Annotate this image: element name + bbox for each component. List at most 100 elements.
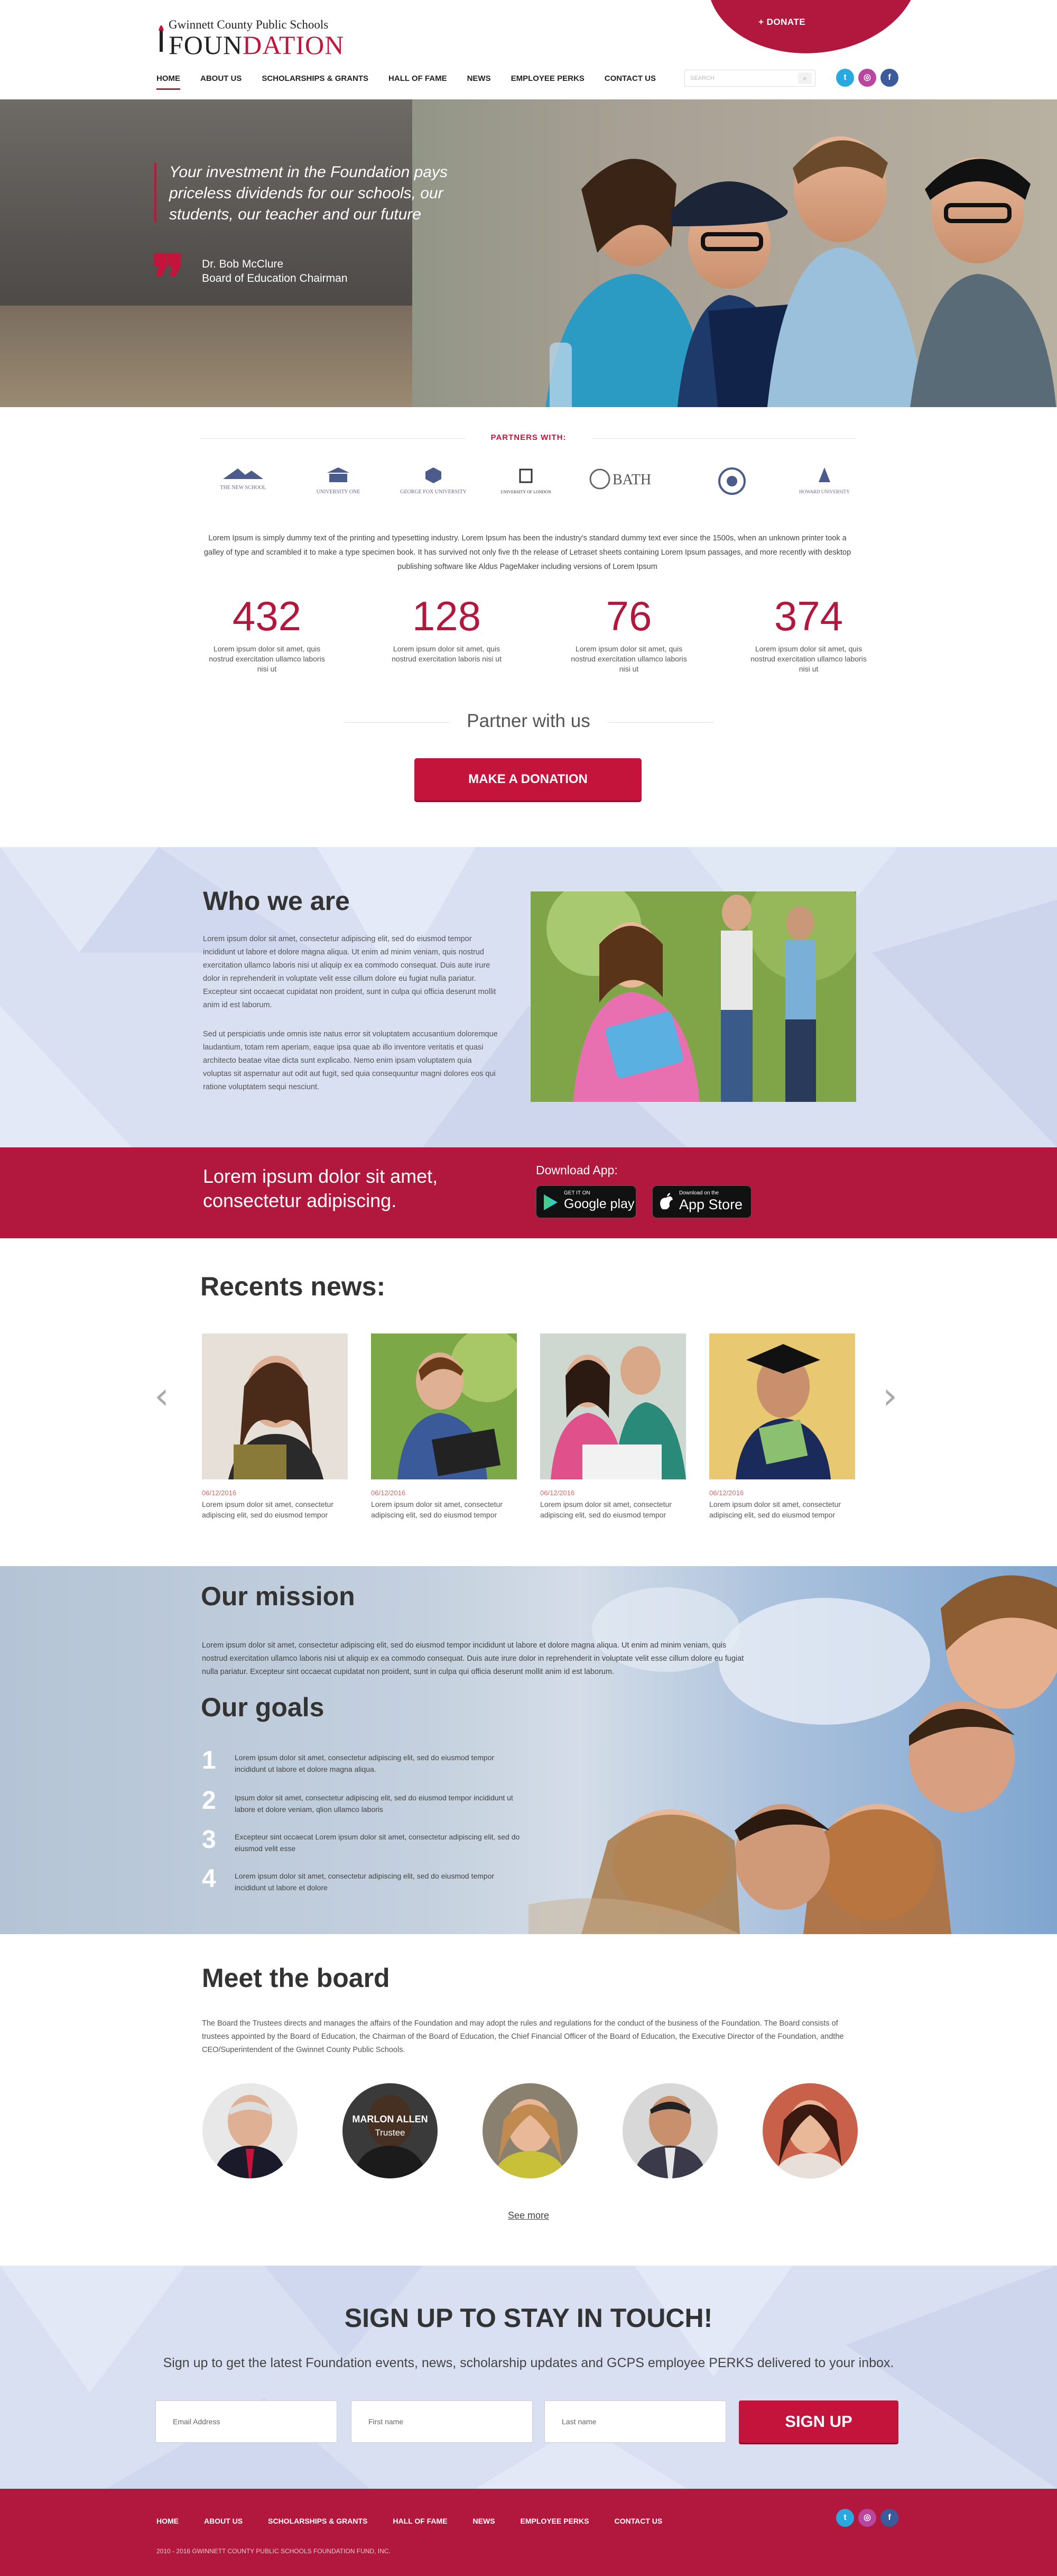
news-date: 06/12/2016	[709, 1489, 744, 1497]
news-image[interactable]	[202, 1333, 348, 1479]
nav-employee-perks[interactable]: EMPLOYEE PERKS	[511, 74, 585, 90]
meet-the-board-title: Meet the board	[202, 1963, 390, 1993]
partner-name: UNIVERSITY ONE	[316, 489, 360, 495]
stat-block: 432 Lorem ipsum dolor sit amet, quis nos…	[193, 592, 341, 674]
stat-value: 432	[232, 593, 302, 639]
board-member-avatar[interactable]	[763, 2083, 858, 2178]
donate-button[interactable]: + DONATE	[758, 17, 805, 27]
signup-subtitle: Sign up to get the latest Foundation eve…	[163, 2356, 894, 2370]
instagram-icon[interactable]: ◎	[858, 2509, 876, 2527]
news-excerpt: Lorem ipsum dolor sit amet, consectetur …	[202, 1500, 333, 1519]
news-excerpt: Lorem ipsum dolor sit amet, consectetur …	[371, 1500, 503, 1519]
google-play-big: Google play	[564, 1197, 635, 1211]
site-header: Gwinnett County Public Schools FOUNDATIO…	[0, 0, 1057, 99]
the-new-school-logo-icon[interactable]: THE NEW SCHOOL	[211, 466, 275, 503]
university-of-london-logo-icon[interactable]: UNIVERSITY OF LONDON	[492, 466, 560, 503]
search-icon[interactable]: ⌕	[798, 72, 812, 84]
news-card[interactable]: 06/12/2016 Lorem ipsum dolor sit amet, c…	[709, 1333, 855, 1520]
google-play-icon	[544, 1194, 558, 1210]
first-name-field[interactable]: First name	[351, 2400, 533, 2443]
email-field[interactable]: Email Address	[155, 2400, 337, 2443]
our-mission-title: Our mission	[201, 1581, 355, 1611]
news-image[interactable]	[371, 1333, 517, 1479]
app-store-big: App Store	[679, 1197, 743, 1212]
search-input[interactable]: SEARCH ⌕	[684, 70, 815, 87]
board-member-avatar[interactable]	[202, 2083, 298, 2178]
chevron-left-icon[interactable]: ‹	[154, 1377, 169, 1414]
partners-label: PARTNERS WITH:	[490, 433, 567, 442]
footer-nav-contact-us[interactable]: CONTACT US	[614, 2517, 662, 2525]
footer-nav-employee-perks[interactable]: EMPLOYEE PERKS	[521, 2517, 589, 2525]
logo-suffix: DATION	[243, 30, 345, 60]
last-name-placeholder: Last name	[562, 2417, 597, 2426]
hero-author: Dr. Bob McClure Board of Education Chair…	[202, 257, 348, 286]
nav-scholarships-grants[interactable]: SCHOLARSHIPS & GRANTS	[262, 74, 368, 90]
site-footer	[0, 2489, 1057, 2576]
facebook-icon[interactable]: f	[880, 2509, 898, 2527]
chevron-right-icon[interactable]: ›	[883, 1377, 897, 1414]
last-name-field[interactable]: Last name	[544, 2400, 726, 2443]
see-more-link[interactable]: See more	[476, 2210, 581, 2221]
make-donation-button[interactable]: MAKE A DONATION	[414, 758, 642, 801]
quote-mark-icon: ❞	[151, 244, 186, 314]
nav-contact-us[interactable]: CONTACT US	[605, 74, 656, 90]
partner-with-us-heading: Partner with us	[467, 711, 590, 731]
twitter-icon[interactable]: t	[836, 69, 854, 87]
goal-number: 2	[202, 1787, 216, 1815]
app-store-button[interactable]: Download on the App Store	[652, 1185, 752, 1218]
footer-nav-news[interactable]: NEWS	[473, 2517, 495, 2525]
news-date: 06/12/2016	[371, 1489, 406, 1497]
nav-news[interactable]: NEWS	[467, 74, 491, 90]
news-card[interactable]: 06/12/2016 Lorem ipsum dolor sit amet, c…	[202, 1333, 348, 1520]
who-we-are-title: Who we are	[203, 886, 350, 916]
howard-university-logo-icon[interactable]: HOWARD UNIVERSITY	[798, 466, 851, 503]
board-member-avatar[interactable]	[623, 2083, 718, 2178]
news-card[interactable]: 06/12/2016 Lorem ipsum dolor sit amet, c…	[371, 1333, 517, 1520]
footer-nav: HOME ABOUT US SCHOLARSHIPS & GRANTS HALL…	[156, 2517, 688, 2525]
footer-nav-home[interactable]: HOME	[156, 2517, 179, 2525]
nav-hall-of-fame[interactable]: HALL OF FAME	[388, 74, 447, 90]
board-member-name: MARLON ALLEN	[352, 2114, 428, 2124]
donate-shape[interactable]	[701, 0, 926, 64]
news-image[interactable]	[709, 1333, 855, 1479]
footer-nav-hall-of-fame[interactable]: HALL OF FAME	[393, 2517, 447, 2525]
group-photo	[528, 1575, 1057, 1934]
download-app-label: Download App:	[536, 1163, 618, 1177]
intro-text: Lorem Ipsum is simply dummy text of the …	[203, 534, 851, 571]
triangle-pattern	[0, 847, 1057, 1147]
nav-about-us[interactable]: ABOUT US	[200, 74, 242, 90]
author-name: Dr. Bob McClure	[202, 258, 284, 270]
facebook-icon[interactable]: f	[880, 69, 898, 87]
footer-nav-scholarships-grants[interactable]: SCHOLARSHIPS & GRANTS	[268, 2517, 367, 2525]
google-play-button[interactable]: GET IT ON Google play	[536, 1185, 636, 1218]
hero-students-photo	[545, 136, 1056, 407]
divider	[201, 438, 465, 439]
email-placeholder: Email Address	[173, 2417, 220, 2426]
stat-value: 374	[774, 593, 843, 639]
news-date: 06/12/2016	[202, 1489, 237, 1497]
university-crest-logo-icon[interactable]	[711, 466, 753, 503]
mission-text: Lorem ipsum dolor sit amet, consectetur …	[202, 1641, 744, 1676]
board-member-avatar[interactable]	[483, 2083, 578, 2178]
logo-wordmark[interactable]: FOUNDATION	[169, 30, 344, 60]
partner-name: BATH	[613, 472, 651, 488]
search-placeholder: SEARCH	[690, 75, 715, 81]
partner-name: UNIVERSITY OF LONDON	[500, 490, 551, 494]
who-paragraph-1: Lorem ipsum dolor sit amet, consectetur …	[203, 935, 496, 1009]
george-fox-logo-icon[interactable]: GEORGE FOX UNIVERSITY	[399, 466, 468, 503]
footer-nav-about-us[interactable]: ABOUT US	[204, 2517, 243, 2525]
instagram-icon[interactable]: ◎	[858, 69, 876, 87]
stat-label: Lorem ipsum dolor sit amet, quis nostrud…	[392, 645, 502, 663]
footer-social: t ◎ f	[836, 2509, 898, 2527]
news-image[interactable]	[540, 1333, 686, 1479]
twitter-icon[interactable]: t	[836, 2509, 854, 2527]
board-member-avatar[interactable]: MARLON ALLEN Trustee	[342, 2083, 438, 2178]
university-one-logo-icon[interactable]: UNIVERSITY ONE	[307, 466, 370, 503]
board-description: The Board the Trustees directs and manag…	[202, 2019, 844, 2054]
nav-home[interactable]: HOME	[156, 74, 180, 90]
news-card[interactable]: 06/12/2016 Lorem ipsum dolor sit amet, c…	[540, 1333, 686, 1520]
signup-button[interactable]: SIGN UP	[739, 2400, 898, 2443]
goal-text: Excepteur sint occaecat Lorem ipsum dolo…	[235, 1833, 520, 1853]
university-of-bath-logo-icon[interactable]: BATH	[589, 466, 663, 503]
goal-number: 1	[202, 1746, 216, 1774]
